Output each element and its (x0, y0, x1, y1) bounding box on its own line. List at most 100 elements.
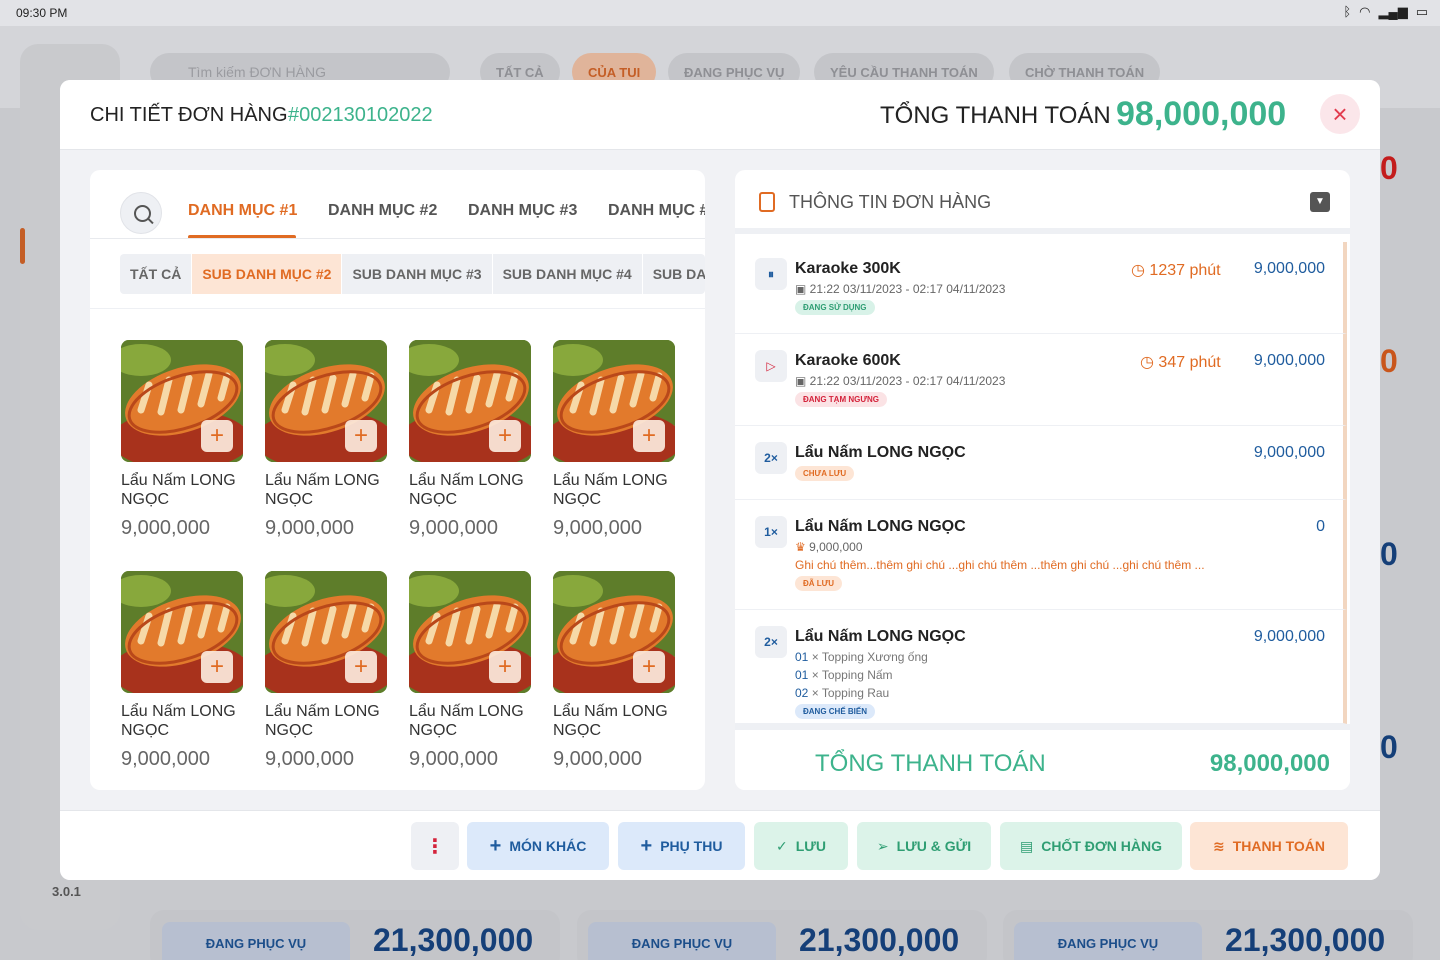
product-card[interactable]: + Lẩu Nấm LONG NGỌC 9,000,000 (265, 340, 395, 540)
order-info-panel: THÔNG TIN ĐƠN HÀNG ▼ ⏸ Karaoke 300K ▣ 21… (735, 170, 1350, 790)
product-image: + (265, 571, 387, 693)
pay-button[interactable]: ≋ THANH TOÁN (1190, 822, 1348, 870)
background-value: 0 (1380, 536, 1398, 572)
subcategory-2[interactable]: SUB DANH MỤC #2 (192, 254, 343, 294)
product-price: 9,000,000 (409, 517, 498, 539)
search-icon[interactable] (120, 192, 162, 234)
category-tab-3[interactable]: DANH MỤC #3 (468, 202, 577, 220)
product-price: 9,000,000 (265, 748, 354, 770)
catalog-panel: DANH MỤC #1 DANH MỤC #2 DANH MỤC #3 DANH… (90, 170, 705, 790)
card-amount: 21,300,000 (1225, 922, 1386, 958)
subcategory-4[interactable]: SUB DANH MỤC #4 (493, 254, 643, 294)
plus-icon: + (489, 835, 502, 857)
item-amount: 9,000,000 (1253, 628, 1325, 645)
item-duration-text: 347 phút (1158, 354, 1221, 371)
chevron-down-icon: ▼ (1315, 196, 1325, 207)
item-name: Lẩu Nấm LONG NGỌC (795, 628, 966, 645)
subcategory-5[interactable]: SUB DANH MỤC #5 (643, 254, 705, 294)
topping-qty: 01 (795, 668, 809, 682)
item-amount: 9,000,000 (1253, 352, 1325, 369)
subcategory-all[interactable]: TẤT CẢ (120, 254, 193, 294)
product-name: Lẩu Nấm LONG NGỌC (553, 472, 668, 508)
add-button[interactable]: + (345, 420, 377, 452)
plus-icon: + (353, 653, 368, 680)
background-value: 0 (1380, 729, 1398, 765)
checklist-icon: ▤ (1019, 837, 1034, 854)
topping-name: Topping Xương ống (821, 650, 928, 664)
category-tab-2[interactable]: DANH MỤC #2 (328, 202, 437, 220)
topping-line: 01 × Topping Nấm (795, 668, 893, 682)
surcharge-button[interactable]: + PHỤ THU (618, 822, 745, 870)
other-item-label: MÓN KHÁC (509, 838, 587, 854)
clock-icon: ◷ (1131, 262, 1145, 279)
item-duration: ◷ 1237 phút (1131, 260, 1221, 280)
topping-qty: 01 (795, 650, 809, 664)
more-button[interactable]: ⋮ (411, 822, 459, 870)
order-code: #002130102022 (288, 104, 433, 126)
add-button[interactable]: + (633, 651, 665, 683)
item-duration: ◷ 347 phút (1140, 352, 1221, 372)
topping-qty: 02 (795, 686, 809, 700)
product-card[interactable]: + Lẩu Nấm LONG NGỌC 9,000,000 (265, 571, 395, 771)
order-item[interactable]: 2× Lẩu Nấm LONG NGỌC CHƯA LƯU 9,000,000 (735, 426, 1347, 500)
product-card[interactable]: + Lẩu Nấm LONG NGỌC 9,000,000 (553, 340, 683, 540)
item-amount: 0 (1316, 518, 1325, 535)
add-button[interactable]: + (201, 420, 233, 452)
order-item[interactable]: 2× Lẩu Nấm LONG NGỌC 01 × Topping Xương … (735, 610, 1347, 724)
product-name: Lẩu Nấm LONG NGỌC (409, 703, 524, 739)
add-button[interactable]: + (345, 651, 377, 683)
footer-total-label: TỔNG THANH TOÁN (815, 750, 1046, 777)
add-button[interactable]: + (201, 651, 233, 683)
item-name: Karaoke 600K (795, 352, 901, 369)
more-vertical-icon: ⋮ (425, 835, 445, 858)
play-icon[interactable]: ▷ (755, 350, 787, 382)
plus-icon: + (640, 835, 653, 857)
status-badge: ĐANG PHỤC VỤ (588, 922, 776, 960)
plus-icon: + (497, 422, 512, 449)
product-card[interactable]: + Lẩu Nấm LONG NGỌC 9,000,000 (409, 571, 539, 771)
pause-icon[interactable]: ⏸ (755, 258, 787, 290)
add-button[interactable]: + (633, 420, 665, 452)
clock: 09:30 PM (16, 6, 68, 20)
quantity-badge[interactable]: 2× (755, 442, 787, 474)
item-unit-price: ♛ 9,000,000 (795, 540, 863, 554)
item-unit-price-text: 9,000,000 (809, 540, 863, 554)
save-button[interactable]: ✓ LƯU (754, 822, 848, 870)
product-image: + (121, 340, 243, 462)
status-badge: ĐANG PHỤC VỤ (1014, 922, 1202, 960)
quantity-badge[interactable]: 1× (755, 516, 787, 548)
product-card[interactable]: + Lẩu Nấm LONG NGỌC 9,000,000 (409, 340, 539, 540)
item-amount: 9,000,000 (1253, 260, 1325, 277)
modal-title: CHI TIẾT ĐƠN HÀNG (90, 104, 288, 126)
order-item[interactable]: 1× Lẩu Nấm LONG NGỌC ♛ 9,000,000 Ghi chú… (735, 500, 1347, 610)
plus-icon: + (641, 422, 656, 449)
subcategory-bar: TẤT CẢ SUB DANH MỤC #2 SUB DANH MỤC #3 S… (120, 254, 705, 294)
order-item[interactable]: ▷ Karaoke 600K ▣ 21:22 03/11/2023 - 02:1… (735, 334, 1347, 426)
product-card[interactable]: + Lẩu Nấm LONG NGỌC 9,000,000 (553, 571, 683, 771)
product-card[interactable]: + Lẩu Nấm LONG NGỌC 9,000,000 (121, 340, 251, 540)
plus-icon: + (209, 422, 224, 449)
item-note: Ghi chú thêm...thêm ghi chú ...ghi chú t… (795, 558, 1205, 572)
order-item[interactable]: ⏸ Karaoke 300K ▣ 21:22 03/11/2023 - 02:1… (735, 242, 1347, 334)
plus-icon: + (209, 653, 224, 680)
category-tab-1[interactable]: DANH MỤC #1 (188, 202, 297, 220)
save-send-button[interactable]: ➢ LƯU & GỬI (857, 822, 991, 870)
item-duration-text: 1237 phút (1149, 262, 1221, 279)
status-badge: ĐANG PHỤC VỤ (162, 922, 350, 960)
product-image: + (553, 571, 675, 693)
category-tab-4[interactable]: DANH MỤC #4 (608, 202, 705, 220)
price-tag-icon: ♛ (795, 540, 806, 554)
subcategory-3[interactable]: SUB DANH MỤC #3 (342, 254, 493, 294)
topping-name: Topping Rau (821, 686, 890, 700)
product-image: + (265, 340, 387, 462)
add-button[interactable]: + (489, 420, 521, 452)
add-button[interactable]: + (489, 651, 521, 683)
other-item-button[interactable]: + MÓN KHÁC (467, 822, 609, 870)
collapse-button[interactable]: ▼ (1310, 192, 1330, 212)
close-button[interactable]: × (1320, 94, 1360, 134)
product-card[interactable]: + Lẩu Nấm LONG NGỌC 9,000,000 (121, 571, 251, 771)
plus-icon: + (353, 422, 368, 449)
close-order-button[interactable]: ▤ CHỐT ĐƠN HÀNG (1000, 822, 1182, 870)
battery-icon: ▭ (1415, 4, 1428, 19)
quantity-badge[interactable]: 2× (755, 626, 787, 658)
